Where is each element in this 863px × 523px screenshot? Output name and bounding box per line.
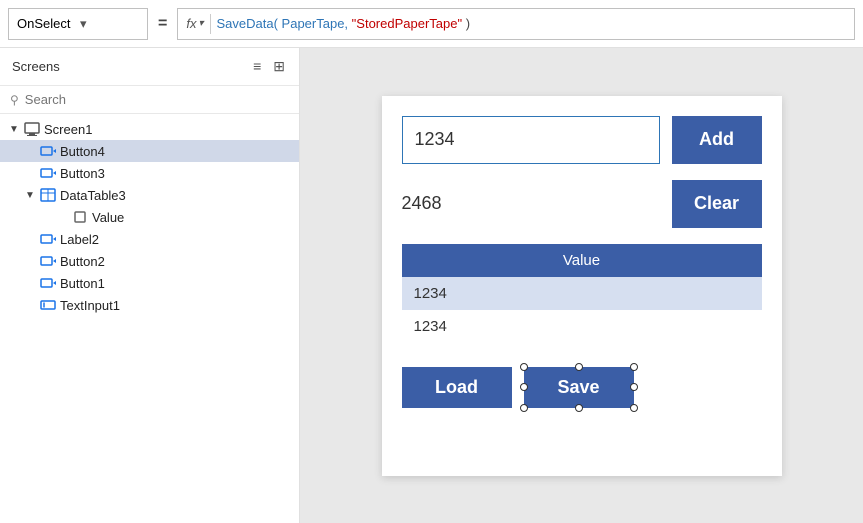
fx-chevron-icon: ▾ bbox=[198, 18, 203, 29]
property-select[interactable]: OnSelect ▾ bbox=[8, 8, 148, 40]
sidebar-title: Screens bbox=[12, 59, 60, 74]
handle-top-left bbox=[520, 363, 528, 371]
screen-icon bbox=[24, 121, 40, 137]
label2-icon bbox=[40, 231, 56, 247]
app-canvas: Add 2468 Clear Value 1234 bbox=[382, 96, 782, 476]
top-bar: OnSelect ▾ = fx ▾ SaveData( PaperTape, "… bbox=[0, 0, 863, 48]
handle-mid-right bbox=[630, 383, 638, 391]
property-select-value: OnSelect bbox=[17, 16, 76, 31]
sidebar-item-datatable3[interactable]: ▼ DataTable3 bbox=[0, 184, 299, 206]
list-view-icon[interactable]: ≡ bbox=[251, 56, 263, 77]
value-label: Value bbox=[92, 210, 124, 225]
button1-label: Button1 bbox=[60, 276, 105, 291]
handle-top-right bbox=[630, 363, 638, 371]
datatable-header: Value bbox=[402, 244, 762, 277]
formula-string: "StoredPaperTape" bbox=[352, 16, 462, 31]
formula-text: SaveData( PaperTape, "StoredPaperTape" ) bbox=[217, 16, 471, 31]
sidebar: Screens ≡ ⊞ ⚲ ▼ Screen1 bbox=[0, 48, 300, 523]
property-select-chevron: ▾ bbox=[80, 16, 139, 32]
formula-close: ) bbox=[466, 16, 470, 31]
search-bar: ⚲ bbox=[0, 86, 299, 114]
formula-divider bbox=[210, 14, 211, 34]
save-button[interactable]: Save bbox=[524, 367, 634, 408]
canvas-area: Add 2468 Clear Value 1234 bbox=[300, 48, 863, 523]
canvas-label: 2468 bbox=[402, 189, 660, 218]
value-checkbox-icon bbox=[72, 209, 88, 225]
main-content: Screens ≡ ⊞ ⚲ ▼ Screen1 bbox=[0, 48, 863, 523]
handle-bot-left bbox=[520, 404, 528, 412]
sidebar-item-value[interactable]: Value bbox=[0, 206, 299, 228]
table-cell-1: 1234 bbox=[402, 277, 762, 310]
sidebar-item-screen1[interactable]: ▼ Screen1 bbox=[0, 118, 299, 140]
search-icon: ⚲ bbox=[10, 93, 19, 107]
table-cell-2: 1234 bbox=[402, 310, 762, 343]
textinput1-icon bbox=[40, 297, 56, 313]
sidebar-header: Screens ≡ ⊞ bbox=[0, 48, 299, 86]
formula-param1: PaperTape, bbox=[282, 16, 349, 31]
fx-label: fx ▾ bbox=[186, 16, 203, 31]
datatable3-icon bbox=[40, 187, 56, 203]
tree: ▼ Screen1 bbox=[0, 114, 299, 523]
handle-mid-left bbox=[520, 383, 528, 391]
button2-label: Button2 bbox=[60, 254, 105, 269]
datatable3-label: DataTable3 bbox=[60, 188, 126, 203]
toggle-screen1: ▼ bbox=[8, 124, 20, 135]
table-row: 1234 bbox=[402, 277, 762, 310]
button2-icon bbox=[40, 253, 56, 269]
save-btn-wrapper: Save bbox=[524, 367, 634, 408]
handle-bot-right bbox=[630, 404, 638, 412]
grid-view-icon[interactable]: ⊞ bbox=[271, 56, 287, 77]
equals-icon: = bbox=[152, 15, 173, 33]
handle-top-center bbox=[575, 363, 583, 371]
button1-icon bbox=[40, 275, 56, 291]
button4-label: Button4 bbox=[60, 144, 105, 159]
sidebar-item-button2[interactable]: Button2 bbox=[0, 250, 299, 272]
screen1-label: Screen1 bbox=[44, 122, 92, 137]
button3-icon bbox=[40, 165, 56, 181]
search-input[interactable] bbox=[25, 92, 289, 107]
sidebar-item-textinput1[interactable]: TextInput1 bbox=[0, 294, 299, 316]
label2-label: Label2 bbox=[60, 232, 99, 247]
toggle-datatable3: ▼ bbox=[24, 190, 36, 201]
canvas-textinput[interactable] bbox=[402, 116, 660, 164]
sidebar-icons: ≡ ⊞ bbox=[251, 56, 287, 77]
add-button[interactable]: Add bbox=[672, 116, 762, 164]
canvas-bottom-row: Load Save bbox=[402, 359, 762, 408]
formula-func: SaveData( bbox=[217, 16, 278, 31]
button3-label: Button3 bbox=[60, 166, 105, 181]
canvas-datatable: Value 1234 1234 bbox=[402, 244, 762, 343]
sidebar-item-button1[interactable]: Button1 bbox=[0, 272, 299, 294]
sidebar-item-label2[interactable]: Label2 bbox=[0, 228, 299, 250]
handle-bot-center bbox=[575, 404, 583, 412]
textinput1-label: TextInput1 bbox=[60, 298, 120, 313]
load-button[interactable]: Load bbox=[402, 367, 512, 408]
sidebar-item-button4[interactable]: Button4 bbox=[0, 140, 299, 162]
clear-button[interactable]: Clear bbox=[672, 180, 762, 228]
formula-bar[interactable]: fx ▾ SaveData( PaperTape, "StoredPaperTa… bbox=[177, 8, 855, 40]
table-row: 1234 bbox=[402, 310, 762, 343]
button4-icon bbox=[40, 143, 56, 159]
canvas-row-1: Add bbox=[402, 116, 762, 164]
sidebar-item-button3[interactable]: Button3 bbox=[0, 162, 299, 184]
canvas-row-2: 2468 Clear bbox=[402, 180, 762, 228]
